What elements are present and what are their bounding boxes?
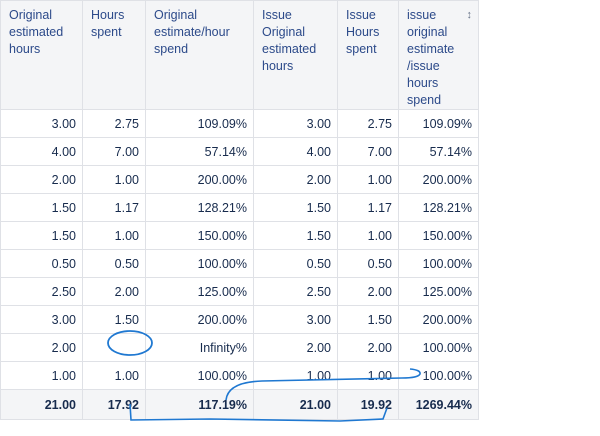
report-table: Original estimated hours Hours spent Ori…	[0, 0, 479, 420]
total-cell: 117.19%	[145, 389, 254, 420]
table-cell: Infinity%	[145, 333, 254, 362]
total-cell: 21.00	[253, 389, 338, 420]
column-header-label: Original estimate/hour spend	[154, 8, 230, 56]
table-cell: 3.00	[0, 109, 83, 138]
table-cell: 200.00%	[145, 305, 254, 334]
table-cell: 3.00	[0, 305, 83, 334]
table-cell: 3.00	[253, 305, 338, 334]
table-footer: 21.00 17.92 117.19% 21.00 19.92 1269.44%	[0, 389, 479, 420]
table-row: 4.00 7.00 57.14% 4.00 7.00 57.14%	[0, 137, 479, 166]
table-cell: 128.21%	[145, 193, 254, 222]
column-header-label: issue original estimate /issue hours spe…	[407, 8, 455, 107]
table-cell: 100.00%	[145, 249, 254, 278]
table-body: 3.00 2.75 109.09% 3.00 2.75 109.09% 4.00 7.00 57…	[0, 109, 479, 390]
totals-row: 21.00 17.92 117.19% 21.00 19.92 1269.44%	[0, 389, 479, 420]
table-row: 2.50 2.00 125.00% 2.50 2.00 125.00%	[0, 277, 479, 306]
total-cell: 21.00	[0, 389, 83, 420]
column-header-original-estimate-hour-spend[interactable]: Original estimate/hour spend	[145, 0, 254, 110]
column-header-issue-hours-spent[interactable]: Issue Hours spent	[337, 0, 399, 110]
table-cell: 2.50	[0, 277, 83, 306]
table-cell: 150.00%	[398, 221, 479, 250]
table-row: 3.00 1.50 200.00% 3.00 1.50 200.00%	[0, 305, 479, 334]
table-cell	[82, 333, 146, 362]
table-cell: 1.00	[0, 361, 83, 390]
table-cell: 100.00%	[398, 333, 479, 362]
table-cell: 100.00%	[398, 361, 479, 390]
table-cell: 1.50	[253, 221, 338, 250]
table-cell: 7.00	[337, 137, 399, 166]
table-cell: 200.00%	[398, 305, 479, 334]
table-row: 1.50 1.17 128.21% 1.50 1.17 128.21%	[0, 193, 479, 222]
table-cell: 128.21%	[398, 193, 479, 222]
table-cell: 1.50	[0, 221, 83, 250]
table-cell: 125.00%	[398, 277, 479, 306]
table-cell: 1.00	[82, 221, 146, 250]
column-header-issue-estimate-ratio[interactable]: issue original estimate /issue hours spe…	[398, 0, 479, 110]
table-cell: 57.14%	[398, 137, 479, 166]
table-cell: 1.00	[337, 361, 399, 390]
table-row: 1.50 1.00 150.00% 1.50 1.00 150.00%	[0, 221, 479, 250]
total-cell: 1269.44%	[398, 389, 479, 420]
table-cell: 1.00	[82, 361, 146, 390]
table-cell: 2.00	[0, 165, 83, 194]
total-cell: 17.92	[82, 389, 146, 420]
table-cell: 1.50	[253, 193, 338, 222]
table-cell: 2.50	[253, 277, 338, 306]
table-cell: 2.00	[253, 333, 338, 362]
table-cell: 1.50	[337, 305, 399, 334]
table-cell: 7.00	[82, 137, 146, 166]
table-cell: 200.00%	[145, 165, 254, 194]
table-cell: 1.17	[82, 193, 146, 222]
column-header-original-estimated-hours[interactable]: Original estimated hours	[0, 0, 83, 110]
table-cell: 1.00	[82, 165, 146, 194]
table-row: 2.00 1.00 200.00% 2.00 1.00 200.00%	[0, 165, 479, 194]
table-cell: 2.75	[82, 109, 146, 138]
column-header-label: Hours spent	[91, 8, 125, 39]
table-cell: 150.00%	[145, 221, 254, 250]
column-header-label: Issue Hours spent	[346, 8, 380, 56]
table-cell: 1.50	[0, 193, 83, 222]
column-header-label: Issue Original estimated hours	[262, 8, 317, 73]
table-row: 0.50 0.50 100.00% 0.50 0.50 100.00%	[0, 249, 479, 278]
table-cell: 109.09%	[398, 109, 479, 138]
table-cell: 2.00	[82, 277, 146, 306]
column-header-issue-original-estimated-hours[interactable]: Issue Original estimated hours	[253, 0, 338, 110]
table-cell: 2.00	[337, 333, 399, 362]
table-cell: 0.50	[337, 249, 399, 278]
header-row: Original estimated hours Hours spent Ori…	[0, 0, 479, 110]
table-cell: 2.00	[0, 333, 83, 362]
table-cell: 100.00%	[398, 249, 479, 278]
table-cell: 1.00	[337, 165, 399, 194]
table-cell: 1.00	[253, 361, 338, 390]
table-cell: 125.00%	[145, 277, 254, 306]
table-cell: 2.00	[337, 277, 399, 306]
table-row: 3.00 2.75 109.09% 3.00 2.75 109.09%	[0, 109, 479, 138]
table-row: 2.00 Infinity% 2.00 2.00 100.00%	[0, 333, 479, 362]
table-cell: 4.00	[0, 137, 83, 166]
table-cell: 3.00	[253, 109, 338, 138]
table-cell: 4.00	[253, 137, 338, 166]
column-header-label: Original estimated hours	[9, 8, 64, 56]
table-cell: 1.00	[337, 221, 399, 250]
table-cell: 0.50	[0, 249, 83, 278]
table-cell: 200.00%	[398, 165, 479, 194]
table-cell: 2.00	[253, 165, 338, 194]
table-row: 1.00 1.00 100.00% 1.00 1.00 100.00%	[0, 361, 479, 390]
table-cell: 1.17	[337, 193, 399, 222]
table-cell: 1.50	[82, 305, 146, 334]
table-cell: 0.50	[82, 249, 146, 278]
table-header: Original estimated hours Hours spent Ori…	[0, 0, 479, 110]
total-cell: 19.92	[337, 389, 399, 420]
column-header-hours-spent[interactable]: Hours spent	[82, 0, 146, 110]
sort-arrows-icon[interactable]: ↕	[467, 7, 473, 24]
table-cell: 0.50	[253, 249, 338, 278]
table-cell: 109.09%	[145, 109, 254, 138]
table-cell: 2.75	[337, 109, 399, 138]
table-cell: 100.00%	[145, 361, 254, 390]
table-cell: 57.14%	[145, 137, 254, 166]
